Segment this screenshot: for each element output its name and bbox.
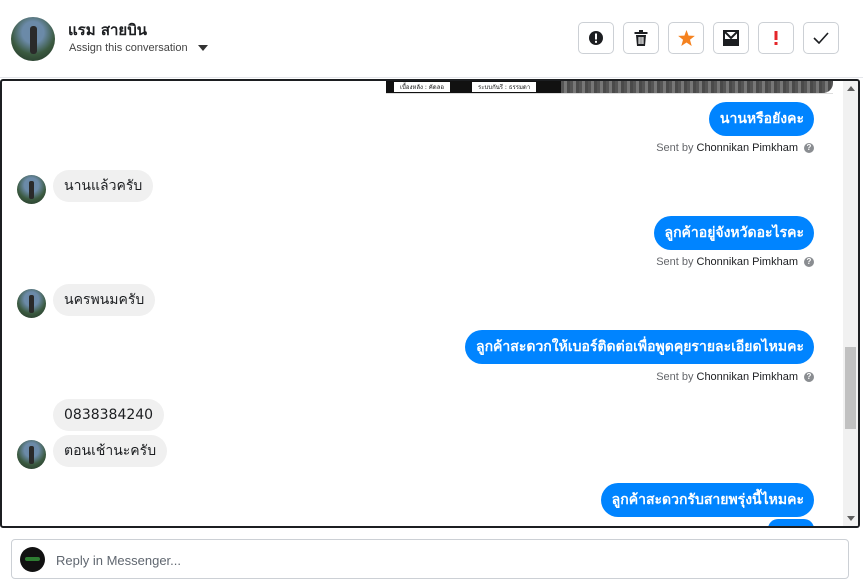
caret-down-icon	[197, 45, 208, 51]
delete-button[interactable]	[623, 22, 659, 54]
reply-input[interactable]: Reply in Messenger...	[56, 553, 181, 568]
sent-by-prefix: Sent by	[656, 142, 694, 154]
exclamation-icon	[774, 31, 778, 45]
outgoing-message-partial[interactable]	[768, 519, 814, 526]
help-icon[interactable]: ?	[804, 257, 814, 267]
conversation-header: แรม สายบิน Assign this conversation	[0, 0, 863, 78]
outgoing-message[interactable]: ลูกค้าสะดวกให้เบอร์ติดต่อเพื่อพูดคุยรายล…	[465, 330, 814, 364]
incoming-message[interactable]: 0838384240	[53, 399, 165, 431]
message-thread[interactable]: เบื้องหลัง : คัดลอ ระบบกันรี : ธรรมดา นา…	[0, 79, 860, 528]
sent-by-label: Sent by Chonnikan Pimkham ?	[656, 371, 814, 383]
sender-avatar[interactable]	[17, 289, 46, 318]
contact-avatar[interactable]	[11, 17, 55, 61]
sent-by-name: Chonnikan Pimkham	[696, 142, 799, 154]
outgoing-message[interactable]: ลูกค้าสะดวกรับสายพรุ่งนี้ไหมคะ	[600, 483, 814, 517]
trash-icon	[634, 30, 648, 46]
sent-by-prefix: Sent by	[656, 256, 694, 268]
important-button[interactable]	[758, 22, 794, 54]
incoming-message[interactable]: นครพนมครับ	[53, 284, 156, 316]
star-icon	[677, 30, 695, 46]
page-avatar	[20, 547, 45, 572]
shared-image-attachment[interactable]: เบื้องหลัง : คัดลอ ระบบกันรี : ธรรมดา	[386, 81, 833, 94]
sent-by-name: Chonnikan Pimkham	[696, 256, 799, 268]
outgoing-message[interactable]: นานหรือยังคะ	[708, 102, 814, 136]
done-button[interactable]	[803, 22, 839, 54]
chat-scrollbar[interactable]	[843, 81, 858, 526]
archive-button[interactable]	[713, 22, 749, 54]
banner-caption-2: ระบบกันรี : ธรรมดา	[472, 82, 537, 92]
check-icon	[813, 32, 829, 44]
reply-composer[interactable]: Reply in Messenger...	[11, 539, 849, 579]
report-button[interactable]	[578, 22, 614, 54]
sender-avatar[interactable]	[17, 440, 46, 469]
help-icon[interactable]: ?	[804, 143, 814, 153]
scroll-down-icon[interactable]	[847, 516, 855, 521]
assign-label: Assign this conversation	[69, 42, 188, 54]
mail-box-icon	[723, 30, 739, 46]
sent-by-prefix: Sent by	[656, 371, 694, 383]
alert-circle-icon	[589, 31, 603, 45]
conversation-toolbar	[578, 22, 839, 54]
scroll-thumb[interactable]	[845, 347, 856, 429]
sender-avatar[interactable]	[17, 175, 46, 204]
incoming-message[interactable]: นานแล้วครับ	[53, 170, 154, 202]
incoming-message[interactable]: ตอนเช้านะครับ	[53, 435, 168, 467]
assign-conversation-dropdown[interactable]: Assign this conversation	[69, 42, 208, 54]
outgoing-message[interactable]: ลูกค้าอยู่จังหวัดอะไรคะ	[653, 216, 814, 250]
banner-caption-1: เบื้องหลัง : คัดลอ	[394, 82, 450, 92]
scroll-up-icon[interactable]	[847, 86, 855, 91]
star-button[interactable]	[668, 22, 704, 54]
sent-by-label: Sent by Chonnikan Pimkham ?	[656, 256, 814, 268]
sent-by-name: Chonnikan Pimkham	[696, 371, 799, 383]
help-icon[interactable]: ?	[804, 372, 814, 382]
sent-by-label: Sent by Chonnikan Pimkham ?	[656, 142, 814, 154]
banner-photo	[561, 81, 833, 93]
contact-name[interactable]: แรม สายบิน	[68, 18, 147, 42]
